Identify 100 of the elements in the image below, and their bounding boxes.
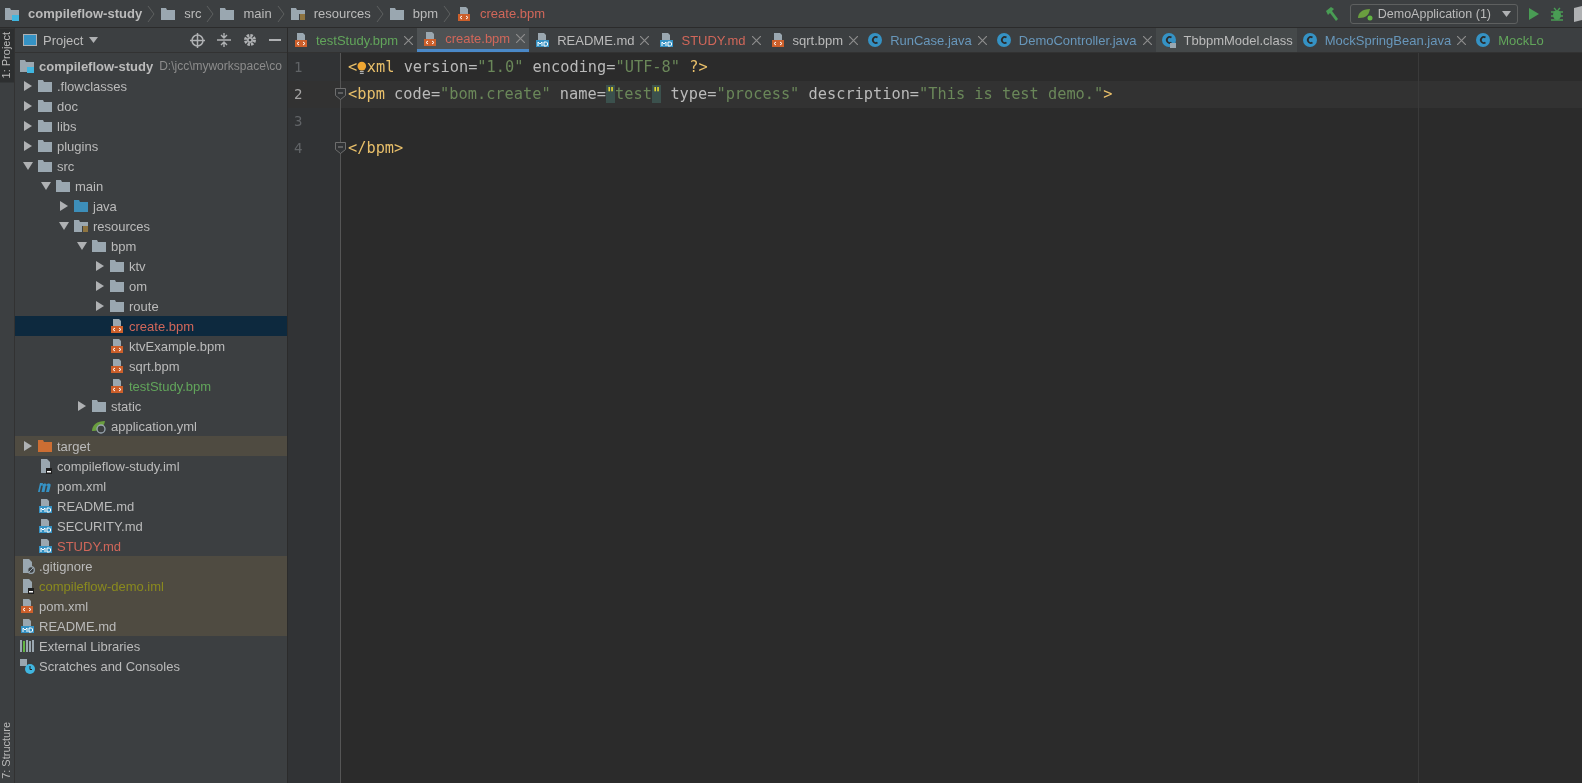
file-icon — [109, 378, 125, 394]
tree-item[interactable]: README.md — [15, 616, 287, 636]
tree-item[interactable]: static — [15, 396, 287, 416]
tree-item[interactable]: testStudy.bpm — [15, 376, 287, 396]
close-icon[interactable] — [1142, 35, 1152, 45]
module-folder-icon — [4, 5, 20, 22]
tree-item[interactable]: route — [15, 296, 287, 316]
editor-tab[interactable]: TbbpmModel.class — [1155, 28, 1297, 52]
fold-icon[interactable] — [335, 88, 346, 100]
breadcrumb-item[interactable]: create.bpm — [456, 5, 546, 22]
close-icon[interactable] — [977, 35, 987, 45]
file-icon — [37, 498, 53, 514]
tree-item[interactable]: README.md — [15, 496, 287, 516]
tree-item[interactable]: STUDY.md — [15, 536, 287, 556]
file-icon — [109, 338, 125, 354]
caret-icon[interactable] — [1502, 10, 1511, 17]
leaf-icon — [1356, 6, 1373, 21]
coverage-icon[interactable] — [1574, 5, 1582, 22]
folder-icon — [109, 278, 125, 294]
folder-icon — [73, 198, 89, 214]
tree-item[interactable]: main — [15, 176, 287, 196]
breadcrumb-item[interactable]: resources — [289, 5, 371, 22]
close-icon[interactable] — [751, 35, 761, 45]
breadcrumb-item[interactable]: bpm — [388, 5, 439, 22]
tree-item[interactable]: .flowclasses — [15, 76, 287, 96]
class-icon — [1475, 32, 1492, 48]
tree-item[interactable]: create.bpm — [15, 316, 287, 336]
editor-tab[interactable]: sqrt.bpm — [764, 28, 863, 52]
close-icon[interactable] — [849, 35, 859, 45]
file-icon — [658, 32, 675, 48]
editor-tab[interactable]: MockSpringBean.java — [1296, 28, 1471, 52]
close-icon[interactable] — [1457, 35, 1467, 45]
tree-item[interactable]: ktv — [15, 256, 287, 276]
folder-icon — [160, 5, 177, 22]
bug-icon[interactable] — [1550, 5, 1564, 22]
tree-item[interactable]: doc — [15, 96, 287, 116]
collapsed-arrow-icon[interactable] — [23, 441, 33, 451]
tree-item[interactable]: SECURITY.md — [15, 516, 287, 536]
separator-icon — [276, 5, 285, 22]
editor-tab[interactable]: README.md — [529, 28, 654, 52]
project-tool-tab[interactable]: 1: Project — [0, 28, 14, 83]
editor-tab[interactable]: RunCase.java — [862, 28, 991, 52]
libraries-icon — [19, 638, 35, 654]
close-icon[interactable] — [404, 35, 414, 45]
file-icon — [37, 538, 53, 554]
module-folder-icon — [19, 58, 35, 74]
file-icon — [293, 32, 309, 48]
hammer-icon[interactable] — [1323, 5, 1340, 22]
collapsed-arrow-icon[interactable] — [77, 401, 87, 411]
collapsed-arrow-icon[interactable] — [59, 201, 69, 211]
editor-tab[interactable]: STUDY.md — [653, 28, 765, 52]
fold-icon[interactable] — [335, 142, 346, 154]
tree-item[interactable]: ktvExample.bpm — [15, 336, 287, 356]
class-icon — [1160, 32, 1177, 48]
caret-icon[interactable] — [89, 37, 99, 43]
breadcrumb-item[interactable]: main — [219, 5, 272, 22]
editor-tab[interactable]: DemoController.java — [990, 28, 1156, 52]
close-icon[interactable] — [640, 35, 650, 45]
file-icon — [37, 518, 53, 534]
folder-icon — [37, 98, 53, 114]
breadcrumb-item[interactable]: src — [160, 5, 202, 22]
run-icon[interactable] — [1528, 6, 1540, 21]
folder-icon — [388, 5, 405, 22]
minimize-icon[interactable] — [269, 38, 281, 42]
tree-item[interactable]: pom.xml — [15, 476, 287, 496]
separator-icon — [147, 5, 156, 22]
collapse-icon[interactable] — [217, 33, 231, 47]
tree-item[interactable]: sqrt.bpm — [15, 356, 287, 376]
tree-item[interactable]: om — [15, 276, 287, 296]
tree-item[interactable]: External Libraries — [15, 636, 287, 656]
folder-icon — [91, 238, 107, 254]
tree-item[interactable]: pom.xml — [15, 596, 287, 616]
file-icon — [422, 30, 439, 47]
tree-item[interactable]: bpm — [15, 236, 287, 256]
editor-tab[interactable]: MockLo — [1470, 28, 1548, 52]
folder-icon — [91, 398, 107, 414]
editor-tab[interactable]: testStudy.bpm — [288, 28, 418, 52]
folder-icon — [37, 118, 53, 134]
tree-item[interactable]: resources — [15, 216, 287, 236]
tree-item[interactable]: src — [15, 156, 287, 176]
folder-icon — [219, 5, 236, 22]
scratches-icon — [19, 658, 35, 674]
structure-tool-tab[interactable]: 7: Structure — [0, 718, 14, 783]
breadcrumb-item[interactable]: compileflow-study — [4, 5, 143, 22]
tree-item[interactable]: java — [15, 196, 287, 216]
tree-item[interactable]: target — [15, 436, 287, 456]
tree-item[interactable]: application.yml — [15, 416, 287, 436]
locate-icon[interactable] — [190, 32, 205, 48]
panel-title[interactable]: Project — [43, 32, 84, 48]
tree-item[interactable]: Scratches and Consoles — [15, 656, 287, 676]
tree-item[interactable]: compileflow-study D:\jcc\myworkspace\co — [15, 56, 287, 76]
tree-item[interactable]: plugins — [15, 136, 287, 156]
tree-item[interactable]: compileflow-study.iml — [15, 456, 287, 476]
run-configuration-dropdown[interactable]: DemoApplication (1) — [1349, 3, 1518, 24]
tree-item[interactable]: .gitignore — [15, 556, 287, 576]
separator-icon — [375, 5, 384, 22]
settings-icon[interactable] — [243, 33, 257, 47]
folder-icon — [109, 298, 125, 314]
tree-item[interactable]: libs — [15, 116, 287, 136]
folder-icon — [289, 5, 306, 22]
